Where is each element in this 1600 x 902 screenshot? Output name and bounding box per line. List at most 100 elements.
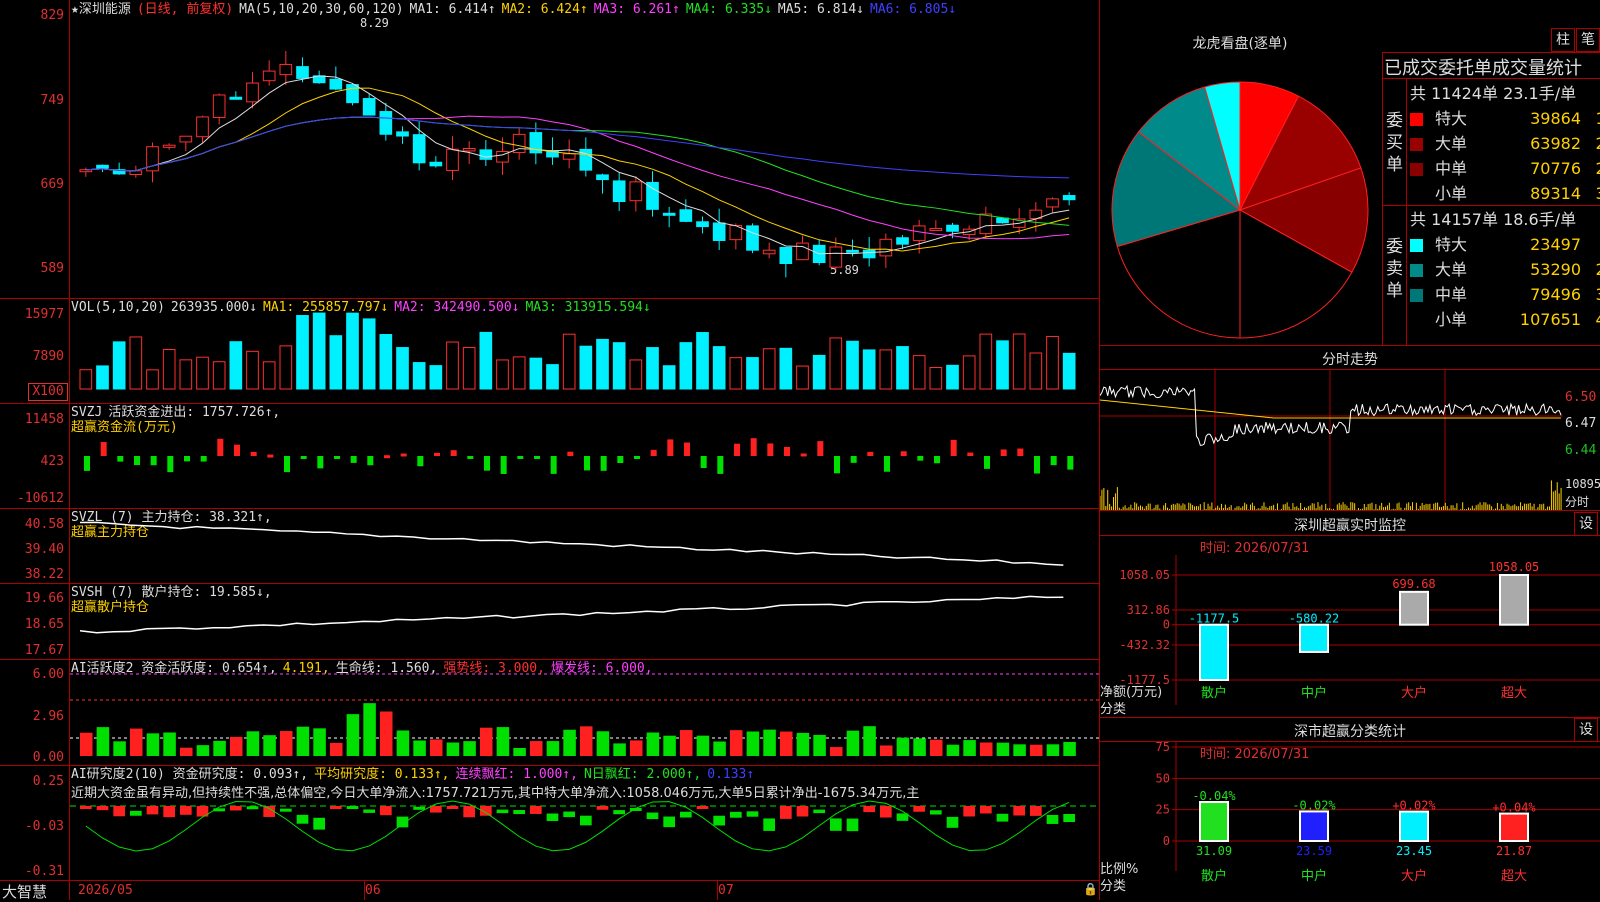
buy-type: 特大 bbox=[1435, 109, 1468, 128]
activity-bar bbox=[630, 740, 643, 756]
research-bar bbox=[830, 818, 842, 831]
retail-holding-chart[interactable] bbox=[70, 584, 1100, 659]
candle-body bbox=[446, 148, 459, 171]
research-bar bbox=[796, 806, 809, 817]
volume-bar bbox=[329, 335, 343, 390]
research-bar bbox=[930, 810, 942, 815]
main-holding-chart[interactable] bbox=[70, 509, 1100, 583]
flow-bar bbox=[550, 456, 557, 474]
sell-type: 大单 bbox=[1435, 260, 1468, 279]
flow-bar bbox=[334, 456, 340, 459]
activity-bar bbox=[163, 732, 176, 756]
svzj-ytick: 11458 bbox=[24, 412, 64, 427]
candle-body bbox=[946, 224, 959, 232]
candlestick-chart[interactable]: 8.29 5.89 bbox=[70, 0, 1100, 298]
candle-body bbox=[362, 98, 376, 116]
ratio-bar-chart[interactable]: 75 50 25 0 -0.04% 31.09 散户 -0.02% 23.59 中户 +0.02% 2… bbox=[1100, 741, 1600, 900]
volume-bar bbox=[212, 361, 226, 390]
flow-bar bbox=[484, 456, 490, 471]
svzl-ytick: 38.22 bbox=[24, 567, 64, 582]
flow-bar bbox=[917, 456, 924, 461]
flow-bar bbox=[817, 441, 824, 456]
buy-volume: 63982 bbox=[1530, 134, 1581, 153]
activity-bar bbox=[680, 730, 693, 756]
candle-body bbox=[612, 180, 626, 203]
activity-bar bbox=[946, 744, 960, 756]
flow-bar bbox=[200, 456, 207, 462]
activity-bar bbox=[613, 743, 626, 756]
volume-bar bbox=[912, 355, 926, 390]
activity-bar bbox=[846, 730, 860, 756]
volume-bar bbox=[929, 367, 943, 390]
volume-chart[interactable] bbox=[70, 299, 1100, 403]
order-pie-chart[interactable] bbox=[1100, 55, 1380, 345]
candle-body bbox=[229, 96, 243, 100]
research-bar bbox=[763, 818, 775, 831]
candle-body bbox=[712, 222, 726, 241]
flow-bar bbox=[834, 456, 840, 474]
flow-bar bbox=[234, 444, 240, 456]
monitor-ytick: -432.32 bbox=[1119, 638, 1170, 652]
net-bar bbox=[1399, 590, 1429, 626]
research-bar bbox=[346, 806, 359, 810]
candle-body bbox=[196, 116, 209, 138]
flow-bar bbox=[850, 456, 857, 463]
intraday-ytick: 6.44 bbox=[1565, 443, 1597, 458]
classify-settings-button[interactable]: 设 bbox=[1574, 718, 1598, 742]
volume-bar bbox=[829, 337, 843, 390]
lock-icon[interactable]: 🔒 bbox=[1083, 882, 1098, 896]
ai-activity-ytick: 6.00 bbox=[32, 667, 64, 682]
activity-chart[interactable] bbox=[70, 660, 1100, 765]
price-ytick: 829 bbox=[40, 8, 64, 23]
activity-bar bbox=[396, 730, 410, 756]
volume-bar bbox=[346, 312, 359, 390]
research-bar bbox=[846, 818, 859, 832]
candle-body bbox=[329, 78, 343, 90]
activity-bar bbox=[963, 740, 976, 756]
ratio-change-label: +0.02% bbox=[1392, 799, 1436, 813]
candle-body bbox=[796, 242, 809, 261]
category-label: 超大 bbox=[1501, 686, 1527, 701]
buy-row: 小单 8931434% bbox=[1410, 180, 1600, 204]
volume-bar bbox=[646, 347, 659, 390]
volume-bar bbox=[862, 349, 876, 390]
volume-unit-button[interactable]: X100 bbox=[28, 383, 68, 401]
fund-flow-chart[interactable] bbox=[70, 404, 1100, 508]
flow-bar bbox=[534, 456, 540, 459]
research-bar bbox=[313, 817, 325, 830]
candle-body bbox=[279, 63, 293, 76]
research-bar bbox=[963, 806, 975, 817]
flow-bar bbox=[884, 456, 890, 472]
activity-bar bbox=[280, 731, 293, 756]
candle-body bbox=[1046, 198, 1059, 208]
research-bar bbox=[713, 815, 725, 826]
candle-body bbox=[179, 135, 193, 143]
ratio-bar bbox=[1299, 810, 1329, 843]
flow-bar bbox=[434, 452, 440, 456]
activity-bar bbox=[96, 727, 110, 756]
activity-bar bbox=[480, 727, 493, 756]
ratio-change-label: -0.04% bbox=[1192, 789, 1236, 803]
stroke-mode-button[interactable]: 笔 bbox=[1576, 28, 1600, 52]
activity-bar bbox=[896, 737, 910, 756]
research-bar bbox=[680, 811, 692, 818]
volume-bar bbox=[946, 364, 959, 390]
color-swatch-icon bbox=[1410, 138, 1423, 151]
activity-bar bbox=[696, 735, 710, 756]
flow-bar bbox=[684, 442, 690, 456]
candle-body bbox=[646, 181, 659, 210]
monitor-settings-button[interactable]: 设 bbox=[1574, 512, 1598, 536]
bar-mode-button[interactable]: 柱 bbox=[1551, 28, 1575, 52]
candle-body bbox=[212, 94, 226, 119]
flow-bar bbox=[1067, 456, 1074, 470]
intraday-chart[interactable] bbox=[1100, 370, 1563, 510]
flow-bar bbox=[784, 446, 790, 456]
volume-bar bbox=[962, 355, 976, 390]
net-bar bbox=[1499, 574, 1529, 626]
buy-type: 小单 bbox=[1435, 184, 1468, 203]
research-chart[interactable] bbox=[70, 766, 1100, 880]
net-amount-bar-chart[interactable]: 1058.05312.860-432.32-1177.5-1177.5散户-58… bbox=[1100, 535, 1600, 717]
net-bar bbox=[1299, 623, 1329, 653]
ratio-change-label: -0.02% bbox=[1292, 798, 1336, 812]
activity-bar bbox=[80, 732, 93, 756]
